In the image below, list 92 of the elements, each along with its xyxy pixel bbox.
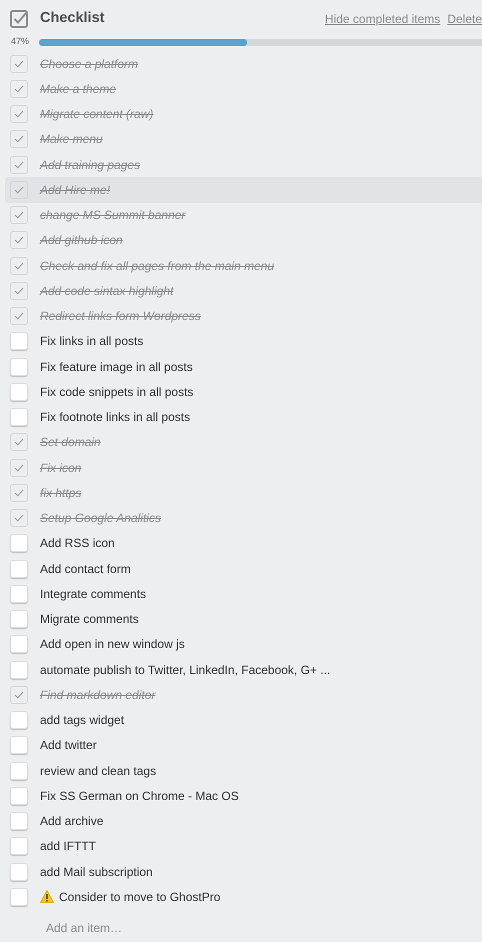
item-text: automate publish to Twitter, LinkedIn, Facebook, G+ ... — [40, 662, 330, 679]
checkbox[interactable] — [10, 711, 28, 730]
progress-percent: 47% — [10, 35, 30, 48]
check-icon — [14, 236, 24, 244]
checkbox[interactable] — [10, 534, 28, 552]
checkbox[interactable] — [10, 812, 28, 830]
item-text: fix https — [40, 484, 82, 502]
check-icon — [14, 84, 24, 93]
check-icon — [14, 312, 24, 320]
checkbox[interactable] — [10, 256, 28, 275]
item-text: Add github icon — [40, 232, 123, 250]
check-icon — [14, 262, 24, 270]
item-text: Fix code snippets in all posts — [40, 384, 194, 401]
checkbox[interactable] — [10, 382, 28, 401]
checkbox[interactable] — [10, 332, 28, 350]
highlighted-row[interactable]: Add Hire me! — [5, 177, 482, 202]
checkbox[interactable] — [10, 610, 28, 628]
check-icon — [14, 514, 24, 522]
checkbox[interactable] — [10, 433, 28, 452]
check-icon — [14, 464, 24, 472]
item-text: add tags widget — [40, 712, 124, 730]
item-text: review and clean tags — [40, 762, 156, 780]
add-item-field[interactable]: Add an item… — [46, 918, 346, 936]
item-text: Consider to move to GhostPro — [59, 888, 220, 906]
item-text: Migrate content (raw) — [40, 106, 154, 124]
checkbox[interactable] — [10, 786, 28, 805]
checkbox[interactable] — [10, 686, 28, 704]
checkbox[interactable] — [10, 660, 28, 679]
checkbox[interactable] — [10, 231, 28, 250]
item-text: Fix SS German on Chrome - Mac OS — [40, 788, 239, 805]
checkbox[interactable] — [10, 837, 28, 856]
item-text: Add contact form — [40, 560, 131, 578]
item-text: Fix feature image in all posts — [40, 358, 193, 376]
checkbox[interactable] — [10, 408, 28, 426]
checkbox[interactable] — [10, 484, 28, 502]
item-text: Find markdown editor — [40, 686, 156, 704]
checkbox[interactable] — [10, 888, 28, 906]
checkbox[interactable] — [10, 105, 28, 124]
checkbox[interactable] — [10, 862, 28, 881]
item-text: Redirect links form Wordpress — [40, 308, 201, 326]
check-icon — [14, 211, 24, 220]
checkbox[interactable] — [10, 584, 28, 603]
item-text: Fix footnote links in all posts — [40, 409, 190, 426]
checkbox[interactable] — [10, 358, 28, 376]
checkbox[interactable] — [10, 736, 28, 754]
check-icon — [14, 690, 24, 699]
check-icon — [14, 110, 24, 118]
checkbox[interactable] — [10, 560, 28, 578]
check-icon — [14, 186, 24, 194]
check-icon — [14, 286, 24, 295]
checkbox[interactable] — [10, 282, 28, 300]
checklist-icon — [10, 10, 28, 28]
item-text: Migrate comments — [40, 611, 139, 628]
item-text: Make menu — [40, 131, 103, 148]
checkbox[interactable] — [10, 130, 28, 148]
item-text: change MS Summit banner — [40, 207, 186, 224]
check-icon — [14, 60, 24, 68]
check-icon — [14, 135, 24, 144]
checkbox[interactable] — [10, 206, 28, 224]
item-text: Add RSS icon — [40, 535, 115, 552]
checkbox[interactable] — [10, 80, 28, 98]
item-text: Add code sintax highlight — [40, 282, 174, 300]
item-text: Fix links in all posts — [40, 333, 144, 350]
item-text: Set domain — [40, 434, 101, 452]
item-text: Choose a platform — [40, 56, 138, 73]
item-text: Setup Google Analitics — [40, 510, 161, 528]
item-text: add IFTTT — [40, 838, 96, 856]
checkbox[interactable] — [10, 180, 28, 199]
checkbox[interactable] — [10, 54, 28, 73]
item-text: Add training pages — [40, 156, 140, 174]
check-icon — [14, 438, 24, 446]
checkbox[interactable] — [10, 458, 28, 477]
item-text: Make a theme — [40, 80, 116, 98]
checkbox[interactable] — [10, 509, 28, 528]
item-text: Integrate comments — [40, 586, 146, 603]
item-text: Fix icon — [40, 460, 82, 477]
warning-icon — [40, 890, 54, 904]
item-text: Add open in new window js — [40, 636, 185, 654]
checkbox[interactable] — [10, 307, 28, 326]
check-icon — [14, 488, 24, 497]
item-text: Check and fix all pages from the main menu — [40, 258, 274, 275]
checkbox[interactable] — [10, 156, 28, 174]
item-text: Add archive — [40, 813, 104, 830]
checklist-title: Checklist — [40, 9, 104, 28]
item-text: Add twitter — [40, 737, 97, 754]
check-icon — [14, 160, 24, 169]
checkbox[interactable] — [10, 762, 28, 780]
item-text: Add Hire me! — [40, 182, 110, 199]
item-text: add Mail subscription — [40, 864, 153, 881]
action-link[interactable]: Delete — [447, 10, 482, 28]
action-link[interactable]: Hide completed items — [324, 10, 440, 28]
checkbox[interactable] — [10, 635, 28, 654]
